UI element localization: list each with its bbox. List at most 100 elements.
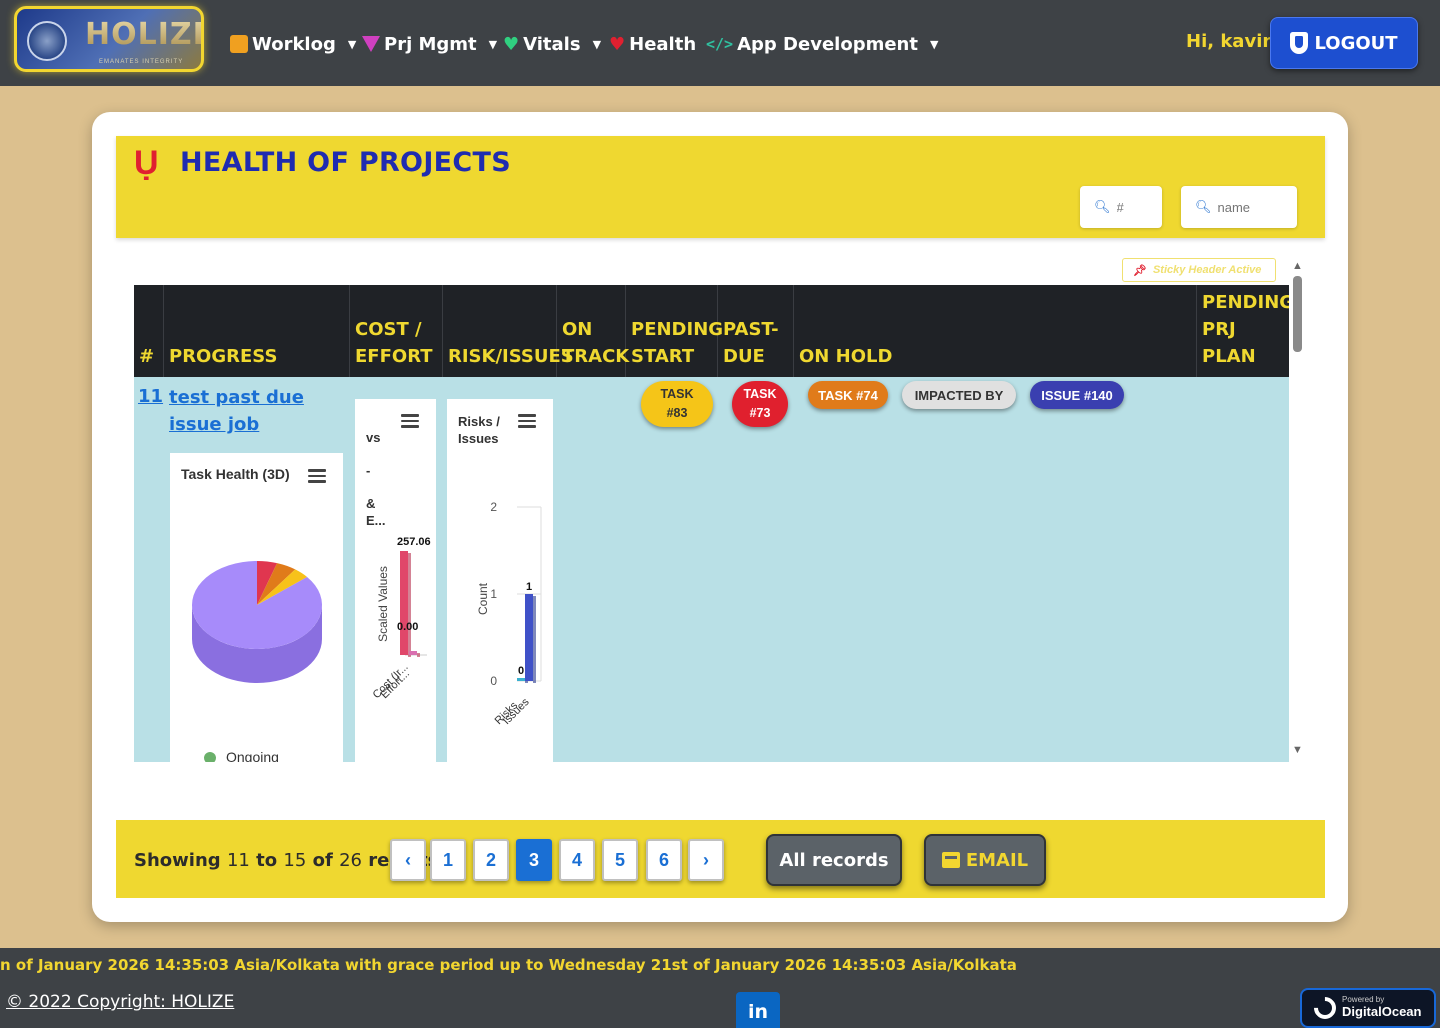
data-label: 0.00 bbox=[397, 621, 418, 633]
nav-health[interactable]: ♥ Health bbox=[609, 30, 696, 58]
top-navbar: HOLIZE EMANATES INTEGRITY Worklog ▼ Prj … bbox=[0, 0, 1440, 86]
all-records-button[interactable]: All records bbox=[766, 834, 902, 886]
data-label: 0 bbox=[518, 665, 524, 677]
linkedin-icon[interactable]: in bbox=[736, 992, 780, 1028]
data-label: 257.06 bbox=[397, 536, 431, 548]
search-icon: 🔍︎ bbox=[1195, 199, 1212, 214]
issue-badge[interactable]: ISSUE #140 bbox=[1030, 381, 1124, 409]
col-header-cost-effort: COST / EFFORT bbox=[350, 285, 443, 377]
pending-start-task-badge[interactable]: TASK #83 bbox=[641, 381, 713, 427]
impacted-by-badge[interactable]: IMPACTED BY bbox=[902, 381, 1016, 409]
legend-marker bbox=[204, 752, 216, 762]
results-from: 11 bbox=[226, 850, 250, 871]
chevron-down-icon: ▼ bbox=[347, 37, 357, 51]
logo-tagline: EMANATES INTEGRITY bbox=[99, 59, 184, 65]
page-title: HEALTH OF PROJECTS bbox=[180, 147, 511, 178]
data-label: 1 bbox=[526, 581, 532, 593]
sticky-header-toggle[interactable]: 📌︎ Sticky Header Active bbox=[1122, 258, 1276, 282]
bar bbox=[400, 551, 408, 655]
past-due-task-badge[interactable]: TASK #73 bbox=[732, 381, 788, 427]
pagination-page-3[interactable]: 3 bbox=[516, 839, 552, 881]
results-total: 26 bbox=[339, 850, 362, 871]
nav-app-development[interactable]: </> App Development ▼ bbox=[706, 30, 938, 58]
logout-label: LOGOUT bbox=[1314, 32, 1398, 54]
results-of-word: of bbox=[312, 850, 333, 871]
project-icon bbox=[362, 36, 380, 52]
pagination-prev-button[interactable]: ‹ bbox=[390, 839, 426, 881]
col-header-on-hold: ON HOLD bbox=[794, 285, 1197, 377]
search-id-input[interactable] bbox=[1116, 199, 1162, 215]
bar-depth bbox=[533, 596, 536, 683]
email-label: EMAIL bbox=[965, 849, 1029, 871]
tree-emblem-icon bbox=[27, 21, 67, 61]
y-tick-label: 1 bbox=[490, 587, 497, 601]
bar bbox=[409, 651, 417, 655]
scroll-up-arrow-icon[interactable]: ▲ bbox=[1292, 260, 1303, 272]
search-name-input[interactable] bbox=[1217, 199, 1289, 215]
do-brand: DigitalOcean bbox=[1342, 1004, 1422, 1020]
col-header-past-due: PAST-DUE bbox=[718, 285, 794, 377]
nav-vitals-label: Vitals bbox=[523, 33, 581, 55]
logout-button[interactable]: LOGOUT bbox=[1270, 17, 1418, 69]
email-button[interactable]: EMAIL bbox=[924, 834, 1046, 886]
col-header-progress: PROGRESS bbox=[164, 285, 350, 377]
pie-chart-svg bbox=[192, 561, 322, 683]
scroll-down-arrow-icon[interactable]: ▼ bbox=[1292, 744, 1303, 756]
pagination-page-2[interactable]: 2 bbox=[473, 839, 509, 881]
code-icon: </> bbox=[706, 35, 734, 53]
row-id-link[interactable]: 11 bbox=[138, 386, 163, 407]
cost-effort-svg: Scaled Values257.060.00Cost (Ir...Effort… bbox=[371, 536, 431, 701]
user-greeting: Hi, kavin bbox=[1186, 31, 1276, 52]
y-axis-label: Count bbox=[476, 582, 490, 615]
table-vertical-scrollbar[interactable]: ▲ ▼ bbox=[1290, 258, 1306, 762]
y-tick-label: 0 bbox=[490, 674, 497, 688]
search-icon: 🔍︎ bbox=[1094, 199, 1111, 214]
nav-app-development-label: App Development bbox=[737, 33, 918, 55]
col-header-num: # bbox=[134, 285, 164, 377]
y-tick-label: 2 bbox=[490, 500, 497, 514]
chevron-down-icon: ▼ bbox=[488, 37, 498, 51]
all-records-label: All records bbox=[779, 849, 889, 871]
logo-text: HOLIZE bbox=[85, 17, 201, 52]
bar bbox=[525, 594, 533, 681]
y-axis-label: Scaled Values bbox=[376, 566, 390, 642]
nav-prj-mgmt[interactable]: Prj Mgmt ▼ bbox=[362, 30, 497, 58]
project-name-link[interactable]: test past due issue job bbox=[169, 384, 339, 438]
cost-effort-chart: vs - & E... Scaled Values 257.06 0.00 Cost … bbox=[355, 399, 436, 762]
results-to-word: to bbox=[256, 850, 278, 871]
bar bbox=[517, 678, 525, 681]
bar-depth bbox=[417, 653, 420, 657]
search-name-field[interactable]: 🔍︎ bbox=[1181, 186, 1297, 228]
nav-worklog[interactable]: Worklog ▼ bbox=[230, 30, 356, 58]
nav-health-label: Health bbox=[629, 33, 697, 55]
risks-issues-chart: Risks / Issues Count 2 1 0 0 1 Risks Issues bbox=[447, 399, 553, 762]
pagination-page-5[interactable]: 5 bbox=[602, 839, 638, 881]
legend-item[interactable]: Ongoing bbox=[226, 749, 279, 762]
digitalocean-badge[interactable]: Powered by DigitalOcean bbox=[1300, 988, 1436, 1028]
subscription-ticker: n of January 2026 14:35:03 Asia/Kolkata … bbox=[0, 956, 1017, 974]
table-header: # PROGRESS COST / EFFORT RISK/ISSUES ON … bbox=[134, 285, 1289, 377]
shield-icon bbox=[1290, 32, 1309, 54]
projects-table: # PROGRESS COST / EFFORT RISK/ISSUES ON … bbox=[134, 285, 1289, 762]
stethoscope-icon: Ụ bbox=[134, 144, 159, 182]
pagination-page-6[interactable]: 6 bbox=[646, 839, 682, 881]
envelope-icon bbox=[941, 852, 960, 868]
copyright-link[interactable]: © 2022 Copyright: HOLIZE bbox=[6, 992, 234, 1012]
col-header-pending-prj-plan: PENDING PRJ PLAN bbox=[1202, 292, 1289, 367]
pagination-page-1[interactable]: 1 bbox=[430, 839, 466, 881]
on-hold-task-badge[interactable]: TASK #74 bbox=[808, 381, 888, 409]
results-to: 15 bbox=[283, 850, 307, 871]
chevron-down-icon: ▼ bbox=[592, 37, 602, 51]
stethoscope-icon: ♥ bbox=[609, 33, 626, 55]
nav-vitals[interactable]: ♥ Vitals ▼ bbox=[503, 30, 601, 58]
sticky-header-label: Sticky Header Active bbox=[1152, 264, 1262, 276]
showing-prefix: Showing bbox=[134, 850, 221, 871]
pagination-next-button[interactable]: › bbox=[688, 839, 724, 881]
pagination-page-4[interactable]: 4 bbox=[559, 839, 595, 881]
briefcase-icon bbox=[230, 35, 248, 53]
holize-logo[interactable]: HOLIZE EMANATES INTEGRITY bbox=[14, 6, 204, 72]
nav-prj-mgmt-label: Prj Mgmt bbox=[384, 33, 477, 55]
scrollbar-thumb[interactable] bbox=[1293, 276, 1302, 352]
pin-icon: 📌︎ bbox=[1133, 264, 1147, 277]
search-id-field[interactable]: 🔍︎ bbox=[1080, 186, 1162, 228]
